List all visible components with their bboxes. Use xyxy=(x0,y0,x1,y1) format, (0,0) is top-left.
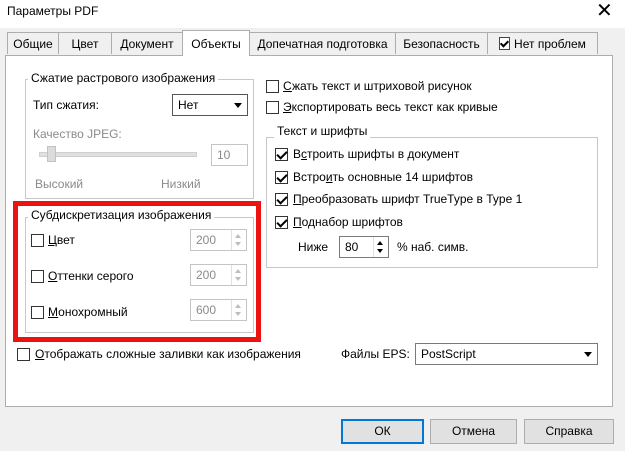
slider-thumb[interactable] xyxy=(47,146,57,162)
color-downsample-value: 200 xyxy=(196,233,217,247)
subset-below-value: 80 xyxy=(345,240,359,254)
convert-truetype-checkbox[interactable] xyxy=(275,193,288,206)
jpeg-quality-input[interactable]: 10 xyxy=(211,144,248,166)
eps-value: PostScript xyxy=(421,347,476,361)
chevron-down-icon xyxy=(584,352,592,357)
fonts-legend: Текст и шрифты xyxy=(274,124,371,138)
spin-buttons[interactable] xyxy=(231,300,246,320)
jpeg-high-label: Высокий xyxy=(35,177,84,191)
compress-text-checkbox[interactable] xyxy=(266,80,279,93)
subset-below-suffix: % наб. симв. xyxy=(397,240,469,254)
embed-fonts-checkbox[interactable] xyxy=(275,148,288,161)
downsample-legend: Субдискретизация изображения xyxy=(28,208,215,222)
embed-base14-checkbox[interactable] xyxy=(275,171,288,184)
compress-text-label: Сжать текст и штриховой рисунок xyxy=(283,79,472,93)
eps-select[interactable]: PostScript xyxy=(415,343,598,365)
spin-buttons[interactable] xyxy=(231,265,246,285)
subset-below-input[interactable]: 80 xyxy=(339,236,389,258)
spin-down-icon xyxy=(235,242,241,246)
complex-fills-checkbox[interactable] xyxy=(17,348,30,361)
complex-fills-label: Отображать сложные заливки как изображен… xyxy=(35,347,301,361)
grayscale-downsample-value: 200 xyxy=(196,268,217,282)
eps-label: Файлы EPS: xyxy=(341,347,410,361)
spin-buttons[interactable] xyxy=(231,230,246,250)
export-curves-label: Экспортировать весь текст как кривые xyxy=(283,100,498,114)
jpeg-quality-slider[interactable] xyxy=(39,152,197,157)
compression-type-value: Нет xyxy=(178,98,199,112)
mono-downsample-checkbox[interactable] xyxy=(31,306,44,319)
color-downsample-checkbox[interactable] xyxy=(31,234,44,247)
spin-up-icon xyxy=(377,241,383,245)
mono-downsample-value: 600 xyxy=(196,303,217,317)
spin-up-icon xyxy=(235,234,241,238)
panel-content: Сжатие растрового изображения Тип сжатия… xyxy=(0,0,625,451)
spin-buttons[interactable] xyxy=(373,237,388,257)
spin-up-icon xyxy=(235,269,241,273)
grayscale-downsample-checkbox[interactable] xyxy=(31,270,44,283)
grayscale-downsample-input[interactable]: 200 xyxy=(190,264,247,286)
chevron-down-icon xyxy=(234,103,242,108)
export-curves-checkbox[interactable] xyxy=(266,101,279,114)
mono-downsample-label: Монохромный xyxy=(48,305,128,319)
convert-truetype-label: Преобразовать шрифт TrueType в Type 1 xyxy=(293,192,523,206)
compression-legend: Сжатие растрового изображения xyxy=(28,71,219,85)
spin-down-icon xyxy=(235,277,241,281)
compression-type-label: Тип сжатия: xyxy=(33,98,99,112)
embed-fonts-label: Встроить шрифты в документ xyxy=(293,147,460,161)
jpeg-quality-value: 10 xyxy=(217,148,231,162)
color-downsample-input[interactable]: 200 xyxy=(190,229,247,251)
compression-type-select[interactable]: Нет xyxy=(172,94,248,116)
jpeg-low-label: Низкий xyxy=(161,177,201,191)
grayscale-downsample-label: Оттенки серого xyxy=(48,269,134,283)
jpeg-quality-label: Качество JPEG: xyxy=(33,127,122,141)
spin-down-icon xyxy=(235,312,241,316)
spin-up-icon xyxy=(235,304,241,308)
subset-fonts-checkbox[interactable] xyxy=(275,216,288,229)
color-downsample-label: Цвет xyxy=(48,233,75,247)
mono-downsample-input[interactable]: 600 xyxy=(190,299,247,321)
subset-below-label: Ниже xyxy=(298,240,329,254)
spin-down-icon xyxy=(377,249,383,253)
subset-fonts-label: Поднабор шрифтов xyxy=(293,215,403,229)
embed-base14-label: Встроить основные 14 шрифтов xyxy=(293,170,473,184)
